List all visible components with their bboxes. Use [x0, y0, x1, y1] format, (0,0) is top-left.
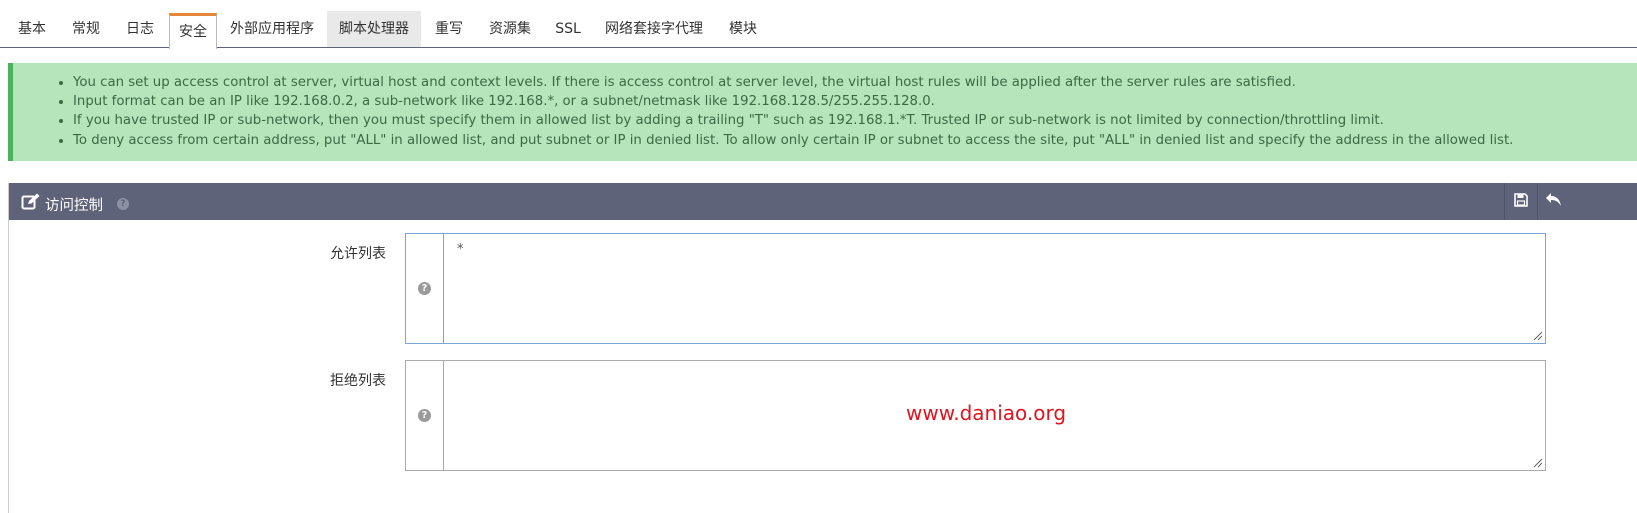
deny-list-label: 拒绝列表 [330, 373, 386, 389]
alert-item: You can set up access control at server,… [73, 73, 1637, 92]
allow-list-label: 允许列表 [330, 246, 386, 262]
help-icon[interactable]: ? [117, 198, 129, 210]
deny-help-cell: ? [406, 361, 444, 470]
panel-title-text: 访问控制 [45, 197, 103, 214]
tab-script-handler[interactable]: 脚本处理器 [327, 11, 421, 47]
help-icon[interactable]: ? [418, 409, 431, 422]
alert-list: You can set up access control at server,… [13, 63, 1637, 150]
tab-general[interactable]: 常规 [62, 11, 110, 47]
watermark-text: www.daniao.org [906, 401, 1067, 425]
help-icon[interactable]: ? [418, 282, 431, 295]
tab-log[interactable]: 日志 [116, 11, 164, 47]
back-button[interactable] [1537, 183, 1570, 220]
tab-websocket-proxy[interactable]: 网络套接字代理 [597, 11, 711, 47]
alert-item: If you have trusted IP or sub-network, t… [73, 111, 1637, 130]
resize-handle-icon[interactable] [1533, 331, 1543, 341]
panel-header: 访问控制 ? [9, 183, 1637, 220]
alert-item: Input format can be an IP like 192.168.0… [73, 92, 1637, 111]
allow-help-cell: ? [406, 234, 444, 343]
tab-rewrite[interactable]: 重写 [426, 11, 472, 47]
tab-resource-sets[interactable]: 资源集 [480, 11, 540, 47]
tab-modules[interactable]: 模块 [720, 11, 766, 47]
alert-item: To deny access from certain address, put… [73, 131, 1637, 150]
tab-security[interactable]: 安全 [169, 13, 217, 49]
save-icon [1514, 192, 1528, 211]
panel-title: 访问控制 ? [21, 193, 129, 215]
tab-external-apps[interactable]: 外部应用程序 [222, 11, 322, 47]
tab-basic[interactable]: 基本 [8, 11, 56, 47]
undo-icon [1545, 192, 1563, 212]
save-button[interactable] [1504, 183, 1537, 220]
edit-icon [21, 193, 41, 215]
tab-ssl[interactable]: SSL [548, 11, 588, 47]
info-alert: You can set up access control at server,… [8, 63, 1637, 161]
tab-bar: 基本 常规 日志 安全 外部应用程序 脚本处理器 重写 资源集 SSL 网络套接… [0, 0, 1637, 49]
allow-list-input[interactable]: * [445, 234, 1545, 343]
allow-list-field: ? * [405, 233, 1546, 344]
resize-handle-icon[interactable] [1533, 458, 1543, 468]
